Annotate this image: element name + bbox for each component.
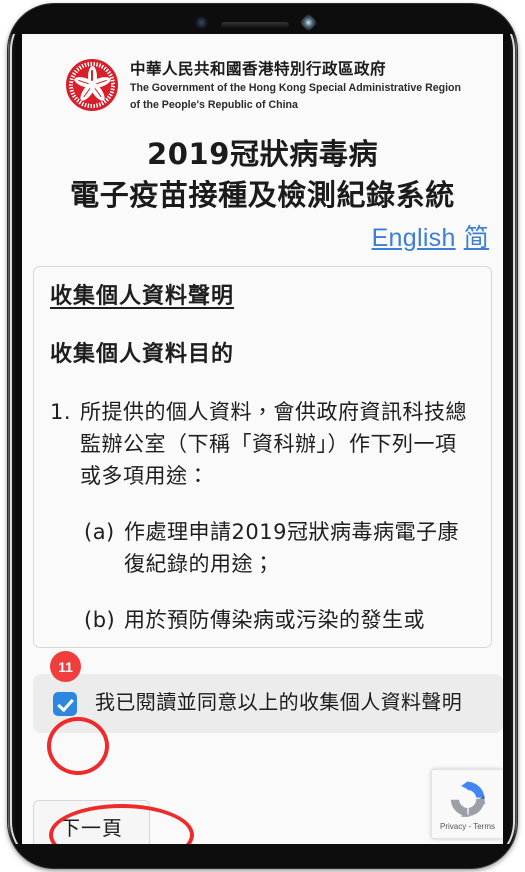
language-link-simplified-chinese[interactable]: 简 bbox=[464, 224, 489, 252]
statement-content: 收集個人資料聲明 收集個人資料目的 1. 所提供的個人資料，會供政府資訊科技總監… bbox=[34, 267, 491, 636]
statement-sub-item: (a) 作處理申請2019冠狀病毒病電子康復紀錄的用途； bbox=[84, 517, 475, 581]
government-name-english-line2: of the People's Republic of China bbox=[130, 98, 298, 111]
consent-label: 我已閱讀並同意以上的收集個人資料聲明 bbox=[95, 690, 463, 714]
statement-sub-item-label: (a) bbox=[84, 519, 115, 544]
statement-sub-item: (b) 用於預防傳染病或污染的發生或 bbox=[84, 605, 475, 637]
statement-sub-item-text: 用於預防傳染病或污染的發生或 bbox=[124, 607, 425, 632]
recaptcha-badge[interactable]: Privacy - Terms bbox=[431, 769, 503, 839]
phone-top-bezel bbox=[8, 4, 517, 34]
speaker-grille-icon bbox=[221, 22, 289, 28]
government-name-english-line1: The Government of the Hong Kong Special … bbox=[130, 82, 461, 95]
hong-kong-sar-emblem-icon bbox=[66, 59, 118, 111]
phone-bottom-bezel bbox=[8, 844, 517, 868]
language-link-english[interactable]: English bbox=[372, 224, 456, 252]
government-name-chinese: 中華人民共和國香港特別行政區政府 bbox=[130, 60, 387, 78]
page-title-line2: 電子疫苗接種及檢測紀錄系統 bbox=[70, 178, 455, 213]
consent-panel: 我已閱讀並同意以上的收集個人資料聲明 bbox=[33, 674, 503, 733]
phone-screen: 中華人民共和國香港特別行政區政府 The Government of the H… bbox=[22, 34, 503, 844]
recaptcha-logo-icon bbox=[450, 781, 485, 817]
statement-heading-purpose: 收集個人資料目的 bbox=[50, 342, 235, 368]
statement-heading-main: 收集個人資料聲明 bbox=[50, 284, 235, 310]
phone-device-frame: 中華人民共和國香港特別行政區政府 The Government of the H… bbox=[8, 4, 517, 868]
language-switcher: English 简 bbox=[22, 218, 503, 254]
statement-list-item: 1. 所提供的個人資料，會供政府資訊科技總監辦公室（下稱「資科辦」）作下列一項或… bbox=[50, 397, 475, 493]
personal-information-statement-scrollbox[interactable]: 收集個人資料聲明 收集個人資料目的 1. 所提供的個人資料，會供政府資訊科技總監… bbox=[33, 266, 492, 649]
statement-sub-item-label: (b) bbox=[84, 607, 116, 632]
next-page-button[interactable]: 下一頁 bbox=[33, 800, 150, 844]
consent-checkbox[interactable] bbox=[53, 692, 77, 716]
statement-sub-item-text: 作處理申請2019冠狀病毒病電子康復紀錄的用途； bbox=[124, 519, 459, 576]
recaptcha-privacy-terms-label[interactable]: Privacy - Terms bbox=[440, 822, 495, 831]
government-header: 中華人民共和國香港特別行政區政府 The Government of the H… bbox=[22, 34, 503, 112]
annotation-step-badge: 11 bbox=[50, 651, 81, 682]
government-name-block: 中華人民共和國香港特別行政區政府 The Government of the H… bbox=[130, 58, 461, 112]
page-title-line1: 2019冠狀病毒病 bbox=[146, 136, 379, 171]
proximity-sensor-icon bbox=[299, 13, 318, 32]
statement-item-text: 所提供的個人資料，會供政府資訊科技總監辦公室（下稱「資科辦」）作下列一項或多項用… bbox=[80, 400, 467, 488]
camera-icon bbox=[192, 13, 211, 32]
page-title: 2019冠狀病毒病 電子疫苗接種及檢測紀錄系統 bbox=[22, 134, 503, 216]
statement-item-number: 1. bbox=[50, 400, 72, 425]
